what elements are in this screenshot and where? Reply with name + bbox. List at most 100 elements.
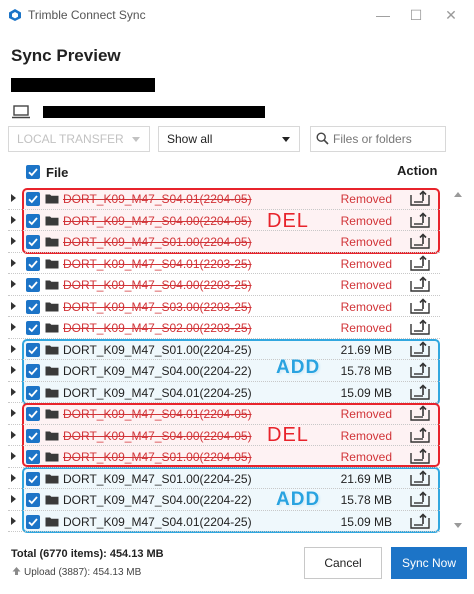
expand-arrow-icon[interactable] xyxy=(11,301,16,310)
maximize-button[interactable]: ☐ xyxy=(405,5,427,25)
table-row[interactable]: DORT_K09_M47_S01.00(2204-25) 21.69 MB xyxy=(0,339,450,361)
expand-arrow-icon[interactable] xyxy=(11,344,16,353)
trimble-logo-icon xyxy=(9,9,21,21)
file-status: 21.69 MB xyxy=(340,471,392,486)
checkmark-icon xyxy=(28,324,38,333)
file-name: DORT_K09_M47_S01.00(2204-05) xyxy=(63,450,252,464)
expand-arrow-icon[interactable] xyxy=(11,215,16,224)
upload-icon[interactable] xyxy=(410,469,430,486)
file-status: Removed xyxy=(340,278,392,292)
upload-icon[interactable] xyxy=(410,190,430,206)
row-checkbox[interactable] xyxy=(26,278,40,292)
upload-icon[interactable] xyxy=(410,383,430,400)
table-row[interactable]: DORT_K09_M47_S04.01(2204-05) Removed xyxy=(0,188,450,210)
upload-icon[interactable] xyxy=(410,491,430,507)
upload-icon[interactable] xyxy=(410,405,430,421)
row-checkbox[interactable] xyxy=(26,471,40,486)
total-summary: Total (6770 items): 454.13 MB xyxy=(11,548,164,560)
expand-arrow-icon[interactable] xyxy=(11,516,16,525)
close-button[interactable]: ✕ xyxy=(440,5,462,25)
file-status: Removed xyxy=(340,428,392,443)
table-row[interactable]: DORT_K09_M47_S04.00(2204-22) 15.78 MB xyxy=(0,489,450,511)
table-header: File Action xyxy=(0,160,474,184)
show-filter-dropdown[interactable]: Show all xyxy=(158,126,300,152)
vertical-scrollbar[interactable] xyxy=(452,188,464,532)
checkmark-icon xyxy=(28,345,38,354)
expand-arrow-icon[interactable] xyxy=(11,495,16,503)
file-name: DORT_K09_M47_S04.00(2203-25) xyxy=(63,278,252,292)
expand-arrow-icon[interactable] xyxy=(11,194,16,202)
table-row[interactable]: DORT_K09_M47_S03.00(2203-25) Removed xyxy=(0,296,450,318)
upload-icon[interactable] xyxy=(410,340,430,357)
row-checkbox[interactable] xyxy=(26,450,40,464)
upload-icon[interactable] xyxy=(410,297,430,314)
row-checkbox[interactable] xyxy=(26,213,40,228)
upload-icon[interactable] xyxy=(410,254,430,271)
row-checkbox[interactable] xyxy=(26,385,40,400)
upload-icon[interactable] xyxy=(410,512,430,529)
column-header-action: Action xyxy=(397,163,438,178)
expand-arrow-icon[interactable] xyxy=(11,280,16,288)
row-checkbox[interactable] xyxy=(26,299,40,314)
row-checkbox[interactable] xyxy=(26,514,40,529)
row-checkbox[interactable] xyxy=(26,256,40,271)
scroll-down-icon[interactable] xyxy=(454,523,462,528)
search-icon xyxy=(316,132,329,145)
file-name: DORT_K09_M47_S04.01(2204-05) xyxy=(63,192,252,206)
upload-arrow-icon xyxy=(12,567,21,575)
row-checkbox[interactable] xyxy=(26,428,40,443)
row-checkbox[interactable] xyxy=(26,493,40,507)
folder-icon xyxy=(45,216,59,225)
expand-arrow-icon[interactable] xyxy=(11,323,16,331)
upload-summary: Upload (3887): 454.13 MB xyxy=(11,566,141,578)
transfer-dropdown[interactable]: LOCAL TRANSFER xyxy=(8,126,150,152)
row-checkbox[interactable] xyxy=(26,342,40,357)
table-row[interactable]: DORT_K09_M47_S01.00(2204-05) Removed xyxy=(0,446,450,468)
table-row[interactable]: DORT_K09_M47_S01.00(2204-05) Removed xyxy=(0,231,450,253)
upload-icon[interactable] xyxy=(410,276,430,292)
table-row[interactable]: DORT_K09_M47_S04.01(2203-25) Removed xyxy=(0,253,450,275)
upload-icon[interactable] xyxy=(410,319,430,335)
row-checkbox[interactable] xyxy=(26,407,40,421)
folder-icon xyxy=(45,194,59,204)
expand-arrow-icon[interactable] xyxy=(11,237,16,245)
table-row[interactable]: DORT_K09_M47_S04.00(2204-22) 15.78 MB xyxy=(0,360,450,382)
file-status: Removed xyxy=(340,213,392,228)
table-row[interactable]: DORT_K09_M47_S02.00(2203-25) Removed xyxy=(0,317,450,339)
sync-now-button[interactable]: Sync Now xyxy=(391,547,467,579)
file-name: DORT_K09_M47_S04.00(2204-22) xyxy=(63,364,252,378)
table-row[interactable]: DORT_K09_M47_S04.01(2204-05) Removed xyxy=(0,403,450,425)
table-row[interactable]: DORT_K09_M47_S04.00(2204-05) Removed xyxy=(0,210,450,232)
expand-arrow-icon[interactable] xyxy=(11,452,16,460)
upload-icon[interactable] xyxy=(410,426,430,443)
folder-icon xyxy=(45,345,59,354)
upload-icon[interactable] xyxy=(410,362,430,378)
scroll-up-icon[interactable] xyxy=(454,192,462,197)
row-checkbox[interactable] xyxy=(26,235,40,249)
cancel-button[interactable]: Cancel xyxy=(304,547,382,579)
file-status: 21.69 MB xyxy=(340,342,392,357)
row-checkbox[interactable] xyxy=(26,192,40,206)
table-row[interactable]: DORT_K09_M47_S01.00(2204-25) 21.69 MB xyxy=(0,468,450,490)
row-checkbox[interactable] xyxy=(26,364,40,378)
row-checkbox[interactable] xyxy=(26,321,40,335)
transfer-dropdown-label: LOCAL TRANSFER xyxy=(17,132,124,146)
file-name: DORT_K09_M47_S01.00(2204-05) xyxy=(63,235,252,249)
table-row[interactable]: DORT_K09_M47_S04.00(2204-05) Removed xyxy=(0,425,450,447)
upload-icon[interactable] xyxy=(410,233,430,249)
expand-arrow-icon[interactable] xyxy=(11,366,16,374)
upload-icon[interactable] xyxy=(410,448,430,464)
search-input[interactable]: Files or folders xyxy=(310,126,446,152)
expand-arrow-icon[interactable] xyxy=(11,409,16,417)
expand-arrow-icon[interactable] xyxy=(11,473,16,482)
checkmark-icon xyxy=(28,517,38,526)
table-row[interactable]: DORT_K09_M47_S04.00(2203-25) Removed xyxy=(0,274,450,296)
minimize-button[interactable]: — xyxy=(372,5,394,25)
table-row[interactable]: DORT_K09_M47_S04.01(2204-25) 15.09 MB xyxy=(0,382,450,404)
select-all-checkbox[interactable] xyxy=(26,165,40,179)
expand-arrow-icon[interactable] xyxy=(11,387,16,396)
expand-arrow-icon[interactable] xyxy=(11,430,16,439)
table-row[interactable]: DORT_K09_M47_S04.01(2204-25) 15.09 MB xyxy=(0,511,450,533)
expand-arrow-icon[interactable] xyxy=(11,258,16,267)
upload-icon[interactable] xyxy=(410,211,430,228)
